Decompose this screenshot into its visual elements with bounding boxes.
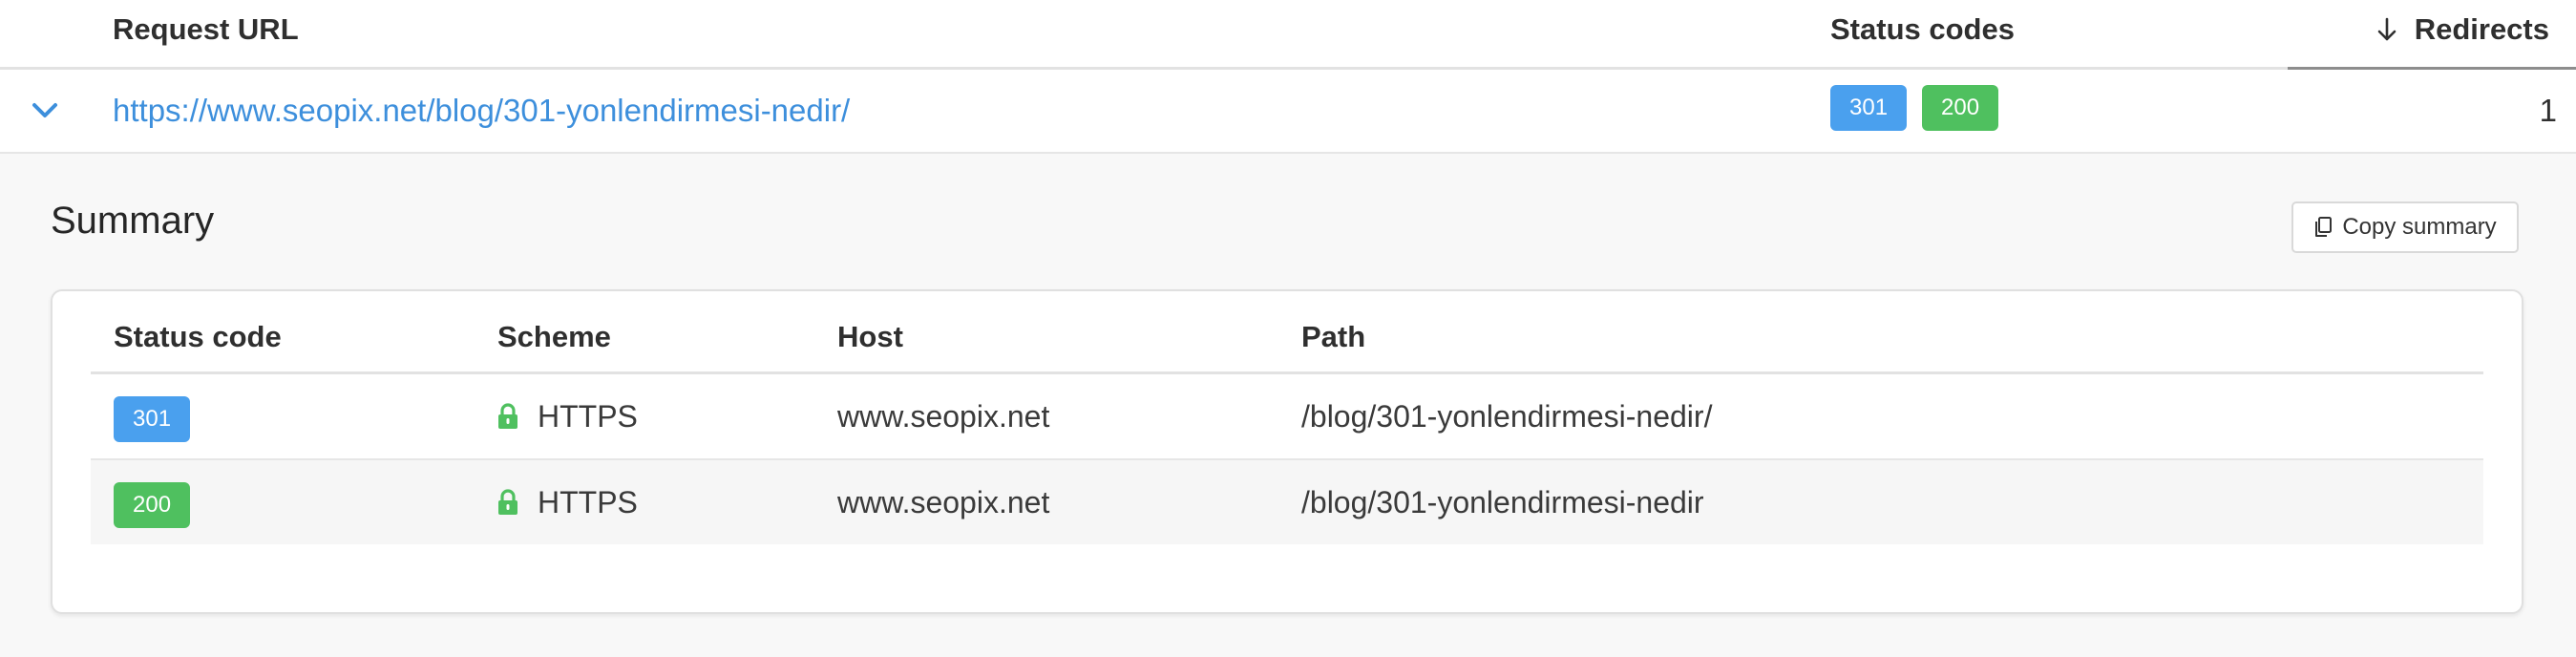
status-badge-200: 200 bbox=[1922, 85, 1999, 131]
scheme-cell: HTTPS bbox=[497, 460, 638, 544]
redirect-checker-results: Request URL Status codes Redirects https… bbox=[0, 0, 2576, 657]
column-header-status-code: Status code bbox=[114, 320, 282, 353]
host-cell: www.seopix.net bbox=[837, 485, 1050, 519]
result-row[interactable]: https://www.seopix.net/blog/301-yonlendi… bbox=[0, 70, 2576, 154]
path-cell: /blog/301-yonlendirmesi-nedir bbox=[1301, 485, 1704, 519]
scheme-label: HTTPS bbox=[538, 399, 638, 434]
column-header-host: Host bbox=[837, 320, 903, 353]
host-cell: www.seopix.net bbox=[837, 399, 1050, 434]
summary-panel: Summary Copy summary Status code Scheme … bbox=[0, 154, 2576, 657]
table-row: 200 HTTPS www.seopix.net /blog/301-yonle… bbox=[91, 460, 2483, 544]
results-table-header: Request URL Status codes Redirects bbox=[0, 0, 2576, 70]
arrow-down-icon bbox=[2377, 17, 2397, 41]
scheme-label: HTTPS bbox=[538, 485, 638, 519]
copy-summary-button[interactable]: Copy summary bbox=[2291, 201, 2519, 253]
column-header-scheme: Scheme bbox=[497, 320, 611, 353]
chevron-down-icon[interactable] bbox=[27, 96, 63, 125]
column-header-redirects-label: Redirects bbox=[2414, 12, 2549, 46]
scheme-cell: HTTPS bbox=[497, 374, 638, 458]
table-row: 301 HTTPS www.seopix.net /blog/301-yonle… bbox=[91, 374, 2483, 460]
status-code-badges: 301 200 bbox=[1830, 85, 1999, 131]
summary-card: Status code Scheme Host Path 301 HTTPS w… bbox=[51, 289, 2523, 614]
status-code-cell: 200 bbox=[114, 460, 191, 544]
status-badge-200: 200 bbox=[114, 481, 191, 528]
status-badge-301: 301 bbox=[114, 395, 191, 442]
lock-icon bbox=[498, 489, 517, 515]
path-cell: /blog/301-yonlendirmesi-nedir/ bbox=[1301, 399, 1713, 434]
request-url-link[interactable]: https://www.seopix.net/blog/301-yonlendi… bbox=[113, 70, 850, 152]
column-header-path: Path bbox=[1301, 320, 1366, 353]
lock-icon bbox=[498, 403, 517, 429]
status-code-cell: 301 bbox=[114, 374, 191, 458]
redirects-count: 1 bbox=[2539, 93, 2557, 128]
column-header-status-codes[interactable]: Status codes bbox=[1830, 0, 2015, 59]
column-header-redirects[interactable]: Redirects bbox=[2375, 0, 2549, 59]
column-header-request-url[interactable]: Request URL bbox=[113, 0, 299, 59]
copy-summary-label: Copy summary bbox=[2342, 214, 2497, 240]
summary-title: Summary bbox=[51, 200, 215, 242]
status-badge-301: 301 bbox=[1830, 85, 1908, 131]
summary-table-header: Status code Scheme Host Path bbox=[91, 291, 2483, 374]
copy-icon bbox=[2315, 217, 2333, 237]
